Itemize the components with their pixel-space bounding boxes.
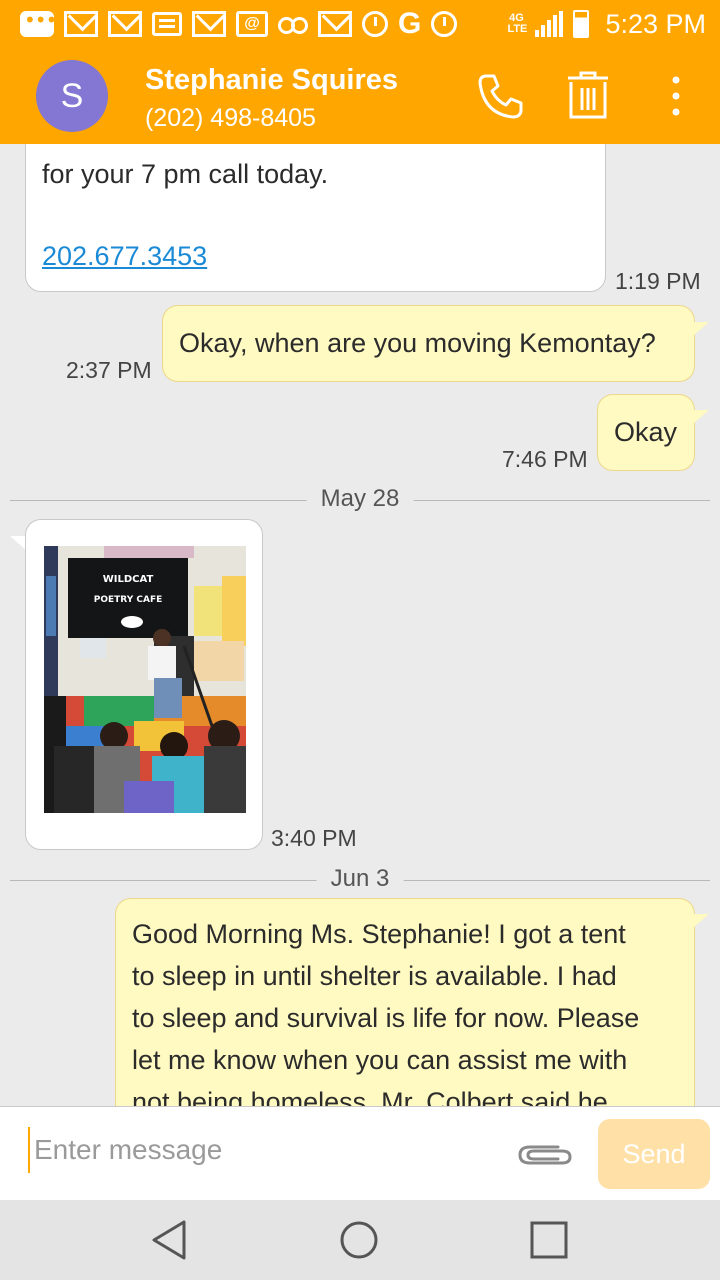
more-notifications-icon <box>20 8 56 37</box>
overflow-menu-icon <box>672 76 680 116</box>
paperclip-icon <box>518 1145 572 1165</box>
gmail-icon <box>318 11 352 37</box>
alarm-icon <box>431 11 458 37</box>
trash-icon <box>568 71 608 119</box>
message-composer: Send <box>0 1106 720 1200</box>
message-text: for your 7 pm call today. <box>42 159 329 189</box>
message-line: Good Morning Ms. Stephanie! I got a tent <box>132 919 626 949</box>
back-icon <box>152 1220 186 1260</box>
message-text: Okay, when are you moving Kemontay? <box>179 328 656 358</box>
signal-icon <box>535 11 564 37</box>
notification-icons: @ G <box>20 6 458 42</box>
home-button[interactable] <box>337 1218 381 1262</box>
home-icon <box>340 1221 378 1259</box>
call-button[interactable] <box>474 70 526 122</box>
message-icon <box>152 12 182 36</box>
message-timestamp: 1:19 PM <box>615 268 701 294</box>
delete-button[interactable] <box>562 70 614 122</box>
outgoing-message[interactable]: Okay, when are you moving Kemontay? <box>162 305 695 382</box>
date-label: Jun 3 <box>316 865 404 893</box>
outgoing-message[interactable]: Good Morning Ms. Stephanie! I got a tent… <box>115 898 695 1106</box>
network-sub-label: LTE <box>507 23 528 35</box>
outgoing-message[interactable]: Okay <box>597 394 695 471</box>
message-line: let me know when you can assist me with <box>132 1045 628 1075</box>
email-at-icon: @ <box>236 11 268 37</box>
date-divider: May 28 <box>10 485 710 515</box>
incoming-message[interactable]: for your 7 pm call today. 202.677.3453 <box>25 144 606 292</box>
battery-icon <box>573 10 590 38</box>
phone-icon <box>478 74 523 119</box>
gmail-icon <box>64 11 98 37</box>
alarm-icon <box>362 11 388 37</box>
back-button[interactable] <box>148 1218 192 1262</box>
bubble-tail <box>693 322 709 336</box>
screen-text-1: WILDCAT <box>103 574 154 585</box>
attached-photo[interactable]: WILDCAT POETRY CAFE <box>44 546 246 813</box>
gmail-icon <box>192 11 226 37</box>
poetry-cafe-photo: WILDCAT POETRY CAFE <box>44 546 246 813</box>
message-timestamp: 3:40 PM <box>271 825 357 851</box>
system-navigation-bar <box>0 1200 720 1280</box>
recents-icon <box>530 1221 568 1259</box>
bubble-tail <box>693 914 709 928</box>
message-timestamp: 7:46 PM <box>502 446 588 472</box>
gmail-icon <box>108 11 142 37</box>
message-timestamp: 2:37 PM <box>66 357 152 383</box>
avatar[interactable]: S <box>36 60 108 132</box>
phone-link[interactable]: 202.677.3453 <box>42 241 207 271</box>
status-bar: @ G 4G LTE 5:23 PM <box>0 0 720 48</box>
network-type-icon: 4G LTE <box>507 13 528 35</box>
status-time: 5:23 PM <box>605 8 706 39</box>
message-line: to sleep and survival is life for now. P… <box>132 1003 640 1033</box>
system-indicators: 4G LTE 5:23 PM <box>507 6 706 42</box>
bubble-tail <box>10 536 26 550</box>
message-line: not being homeless. Mr. Colbert said he <box>132 1087 608 1106</box>
recents-button[interactable] <box>527 1218 571 1262</box>
voicemail-icon <box>278 15 308 34</box>
incoming-image-message[interactable]: WILDCAT POETRY CAFE <box>25 519 263 850</box>
contact-name[interactable]: Stephanie Squires <box>145 64 398 97</box>
date-label: May 28 <box>306 485 414 513</box>
message-list[interactable]: for your 7 pm call today. 202.677.3453 1… <box>0 144 720 1106</box>
google-icon: G <box>398 7 422 40</box>
send-button[interactable]: Send <box>598 1119 710 1189</box>
conversation-header: S Stephanie Squires (202) 498-8405 <box>0 48 720 144</box>
message-text: Okay <box>614 417 678 447</box>
overflow-menu-button[interactable] <box>650 70 702 122</box>
screen-text-2: POETRY CAFE <box>94 595 163 605</box>
contact-number[interactable]: (202) 498-8405 <box>145 104 316 133</box>
attach-button[interactable] <box>512 1131 576 1177</box>
bubble-tail <box>693 410 709 424</box>
message-input[interactable] <box>28 1127 488 1173</box>
date-divider: Jun 3 <box>10 865 710 895</box>
message-line: to sleep in until shelter is available. … <box>132 961 617 991</box>
